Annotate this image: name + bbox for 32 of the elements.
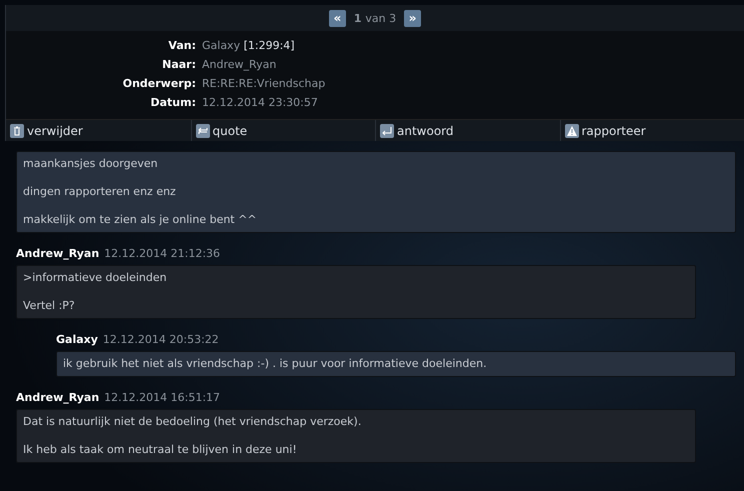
message-text: Dat is natuurlijk niet de bedoeling (het vriendschap verzoek). — [23, 415, 362, 429]
message-date: 12.12.2014 20:53:22 — [102, 333, 219, 346]
trash-icon — [10, 124, 24, 138]
message-text: >informatieve doeleinden — [23, 271, 168, 285]
warning-icon — [564, 124, 578, 138]
report-button[interactable]: rapporteer — [560, 120, 744, 141]
message-date: 12.12.2014 16:51:17 — [104, 391, 220, 404]
delete-button[interactable]: verwijder — [6, 120, 190, 141]
message-text: Vertel :P? — [23, 299, 76, 313]
reply-button[interactable]: antwoord — [375, 120, 560, 141]
message-text: makkelijk om te zien als je online bent ^^ — [23, 213, 258, 227]
page-indicator: 1 van 3 — [354, 12, 396, 24]
message-text: ik gebruik het niet als vriendschap :-) . is puur voor informatieve doeleinden. — [63, 357, 488, 371]
field-label: Onderwerp: — [122, 77, 196, 91]
enter-arrow-icon — [380, 124, 394, 138]
field-value: Andrew_Ryan — [202, 58, 278, 72]
quote-button[interactable]: quote — [190, 120, 375, 141]
message-text: dingen rapporteren enz enz — [23, 185, 177, 199]
author-name: Galaxy — [56, 333, 98, 346]
field-value: RE:RE:RE:Vriendschap — [202, 77, 326, 91]
field-label: Naar: — [161, 58, 196, 72]
field-label: Datum: — [149, 96, 196, 110]
field-value: 12.12.2014 23:30:57 — [202, 96, 319, 110]
author-name: Andrew_Ryan — [16, 247, 100, 260]
message-date: 12.12.2014 21:12:36 — [104, 247, 220, 260]
author-name: Andrew_Ryan — [16, 391, 100, 404]
field-label: Van: — [167, 39, 196, 53]
message-text: Ik heb als taak om neutraal te blijven in deze uni! — [23, 443, 298, 457]
message-text: maankansjes doorgeven — [23, 157, 159, 171]
next-page-button[interactable]: » — [404, 10, 422, 26]
previous-page-button[interactable]: « — [328, 10, 346, 26]
field-value: Galaxy [1:299:4] — [202, 39, 296, 53]
